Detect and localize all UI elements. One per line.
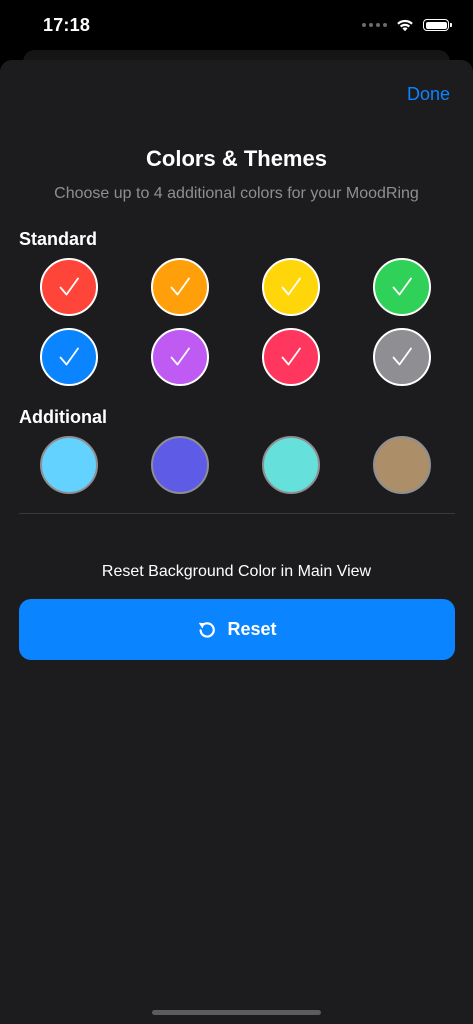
- colors-themes-sheet: Done Colors & Themes Choose up to 4 addi…: [0, 60, 473, 1024]
- done-button[interactable]: Done: [407, 84, 450, 105]
- color-swatch-orange[interactable]: [151, 258, 209, 316]
- color-swatch-yellow[interactable]: [262, 258, 320, 316]
- status-bar: 17:18: [0, 0, 473, 50]
- standard-row-1: [40, 258, 433, 316]
- checkmark-icon: [59, 347, 79, 366]
- page-subtitle: Choose up to 4 additional colors for you…: [54, 185, 419, 202]
- color-swatch-light-blue[interactable]: [40, 436, 98, 494]
- checkmark-icon: [59, 277, 79, 296]
- checkmark-icon: [170, 347, 190, 366]
- divider: [19, 513, 455, 514]
- reset-caption: Reset Background Color in Main View: [101, 563, 372, 580]
- status-time: 17:18: [43, 15, 91, 35]
- reset-button-label: Reset: [227, 619, 277, 639]
- additional-section-label: Additional: [19, 407, 107, 427]
- additional-row: [40, 436, 433, 494]
- page-title: Colors & Themes: [146, 146, 327, 171]
- color-swatch-pink[interactable]: [262, 328, 320, 386]
- color-swatch-blue[interactable]: [40, 328, 98, 386]
- battery-fill: [425, 21, 447, 29]
- color-swatch-indigo[interactable]: [151, 436, 209, 494]
- color-swatch-green[interactable]: [373, 258, 431, 316]
- home-indicator: [152, 1010, 321, 1015]
- signal-icon: [362, 23, 387, 27]
- checkmark-icon: [281, 277, 301, 296]
- color-swatch-brown[interactable]: [373, 436, 431, 494]
- standard-section-label: Standard: [19, 229, 98, 249]
- checkmark-icon: [281, 347, 301, 366]
- screen: 17:18 Done Colors & Themes Choose up to …: [0, 0, 473, 1024]
- wifi-icon: [397, 19, 413, 32]
- battery-icon: [423, 19, 452, 31]
- reset-arrow-icon: [199, 621, 216, 638]
- checkmark-icon: [392, 277, 412, 296]
- checkmark-icon: [170, 277, 190, 296]
- standard-row-2: [40, 328, 433, 386]
- status-icons: [362, 16, 452, 34]
- checkmark-icon: [392, 347, 412, 366]
- reset-button[interactable]: Reset: [19, 599, 455, 660]
- color-swatch-gray[interactable]: [373, 328, 431, 386]
- color-swatch-teal[interactable]: [262, 436, 320, 494]
- color-swatch-red[interactable]: [40, 258, 98, 316]
- color-swatch-purple[interactable]: [151, 328, 209, 386]
